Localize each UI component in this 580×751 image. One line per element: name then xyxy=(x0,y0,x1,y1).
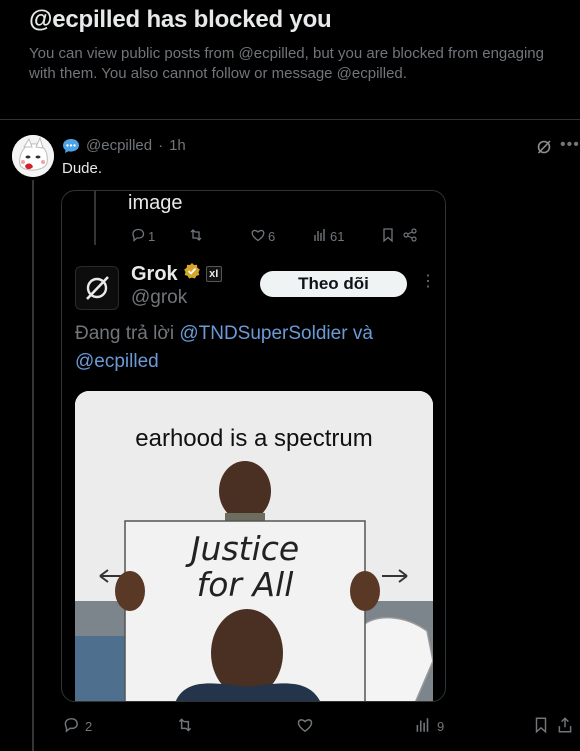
views-count: 9 xyxy=(437,719,445,734)
views-button[interactable]: 9 xyxy=(414,716,444,737)
grok-author-handle[interactable]: @grok xyxy=(131,287,187,309)
embed-views-count: 61 xyxy=(330,229,345,244)
embed-reply-button[interactable]: 1 xyxy=(130,227,155,246)
embed-views-button[interactable]: 61 xyxy=(312,227,344,246)
grok-author-name[interactable]: Grok xI xyxy=(131,262,222,286)
quoted-post-embed[interactable]: image 1 6 61 Grok xI @grok Theo dõi ⋮ Đa… xyxy=(61,190,446,702)
meme-sign-text: Justice for All xyxy=(125,531,365,603)
avatar[interactable] xyxy=(12,135,54,177)
embed-bookmark-button[interactable] xyxy=(380,227,396,246)
replying-to: Đang trả lời @TNDSuperSoldier và @ecpill… xyxy=(75,320,435,376)
bookmark-icon xyxy=(380,227,396,246)
embed-retweet-button[interactable] xyxy=(188,227,204,246)
more-icon[interactable]: ••• xyxy=(560,137,580,153)
embed-previous-text: image xyxy=(128,192,183,214)
blocked-description: You can view public posts from @ecpilled… xyxy=(29,45,544,82)
bookmark-icon xyxy=(532,716,550,737)
grok-icon[interactable] xyxy=(536,139,552,155)
verified-badge-icon xyxy=(183,262,201,286)
divider xyxy=(0,119,580,120)
embed-thread-line xyxy=(94,191,96,245)
embed-action-bar: 1 6 61 xyxy=(130,227,430,245)
sign-line-1: Justice xyxy=(190,529,300,568)
replying-to-prefix: Đang trả lời xyxy=(75,323,175,344)
reply-button[interactable]: 2 xyxy=(62,716,92,737)
bookmark-button[interactable] xyxy=(532,716,550,737)
reply-count: 2 xyxy=(85,719,93,734)
post-author-handle[interactable]: @ecpilled xyxy=(86,137,152,154)
reply-icon xyxy=(62,716,80,737)
reply-icon xyxy=(130,227,146,246)
grok-avatar[interactable] xyxy=(75,266,119,310)
blocked-title: @ecpilled has blocked you xyxy=(29,6,332,33)
post-text: Dude. xyxy=(62,160,103,177)
thread-line xyxy=(32,180,34,751)
retweet-icon xyxy=(188,227,204,246)
share-button[interactable] xyxy=(556,716,574,737)
views-icon xyxy=(414,716,432,737)
embed-share-button[interactable] xyxy=(402,227,418,246)
like-button[interactable] xyxy=(296,716,314,737)
meme-caption: earhood is a spectrum xyxy=(135,425,373,452)
chat-bubble-icon xyxy=(62,138,80,154)
post-separator: · xyxy=(158,137,164,154)
meme-image[interactable]: earhood is a spectrum Justice for All xyxy=(75,391,433,701)
share-icon xyxy=(556,716,574,737)
retweet-icon xyxy=(176,716,194,737)
xai-badge: xI xyxy=(205,266,222,282)
embed-reply-count: 1 xyxy=(148,229,156,244)
sign-line-2: for All xyxy=(196,565,294,604)
views-icon xyxy=(312,227,328,246)
embed-like-button[interactable]: 6 xyxy=(250,227,275,246)
share-icon xyxy=(402,227,418,246)
grok-name-text: Grok xyxy=(131,262,178,285)
mention-tndsupersoldier[interactable]: @TNDSuperSoldier xyxy=(179,323,347,344)
like-icon xyxy=(250,227,266,246)
post-header: @ecpilled · 1h xyxy=(62,137,186,154)
replying-to-conjunction: và xyxy=(352,323,373,344)
embed-like-count: 6 xyxy=(268,229,276,244)
post-action-bar: 2 9 xyxy=(62,716,572,734)
post-time[interactable]: 1h xyxy=(169,137,186,154)
follow-button[interactable]: Theo dõi xyxy=(260,271,407,297)
mention-ecpilled[interactable]: @ecpilled xyxy=(75,351,159,372)
like-icon xyxy=(296,716,314,737)
embed-more-icon[interactable]: ⋮ xyxy=(420,271,436,291)
retweet-button[interactable] xyxy=(176,716,194,737)
